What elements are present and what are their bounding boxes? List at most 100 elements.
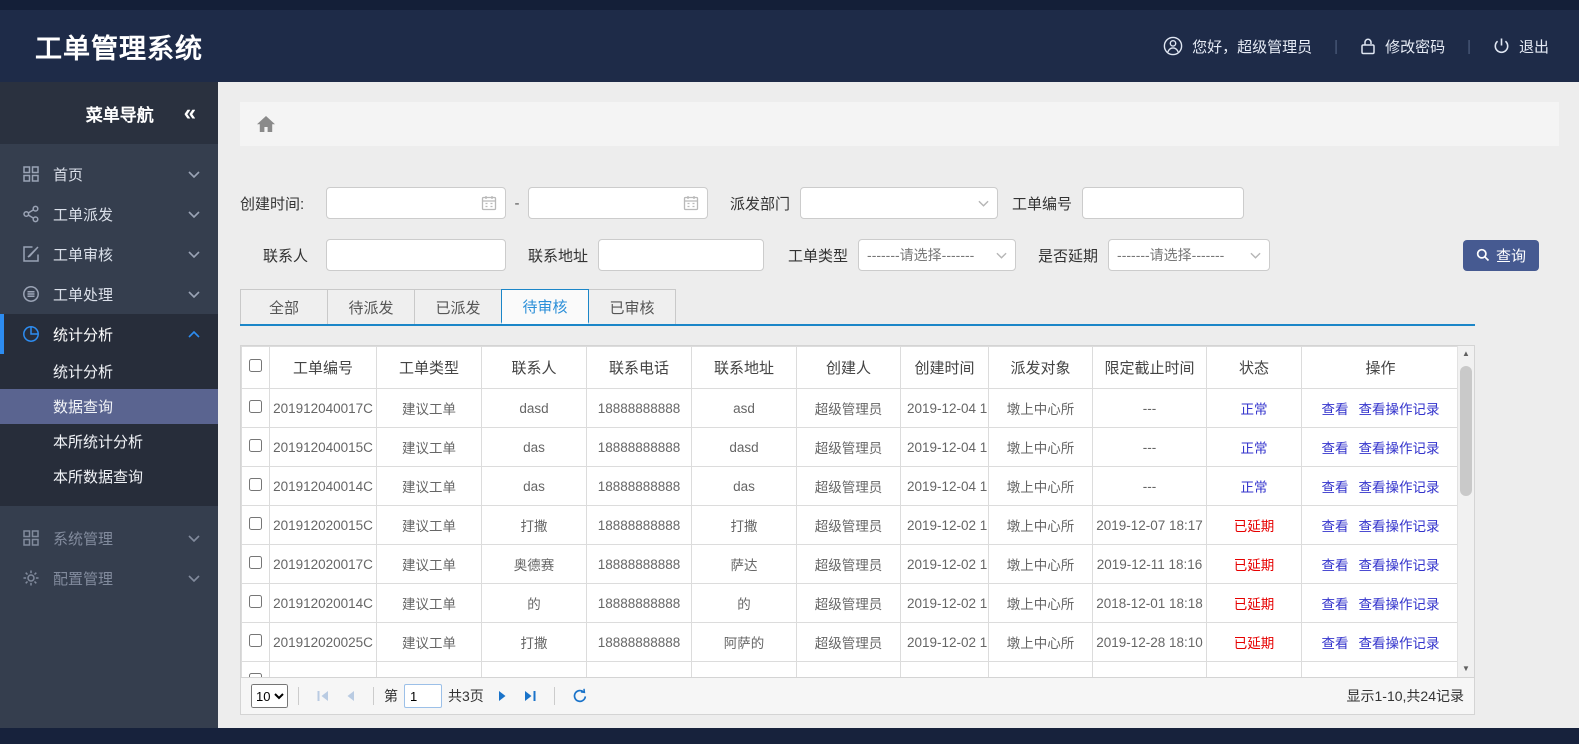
row-checkbox[interactable] bbox=[249, 400, 262, 413]
row-checkbox[interactable] bbox=[249, 595, 262, 608]
view-link[interactable]: 查看 bbox=[1322, 441, 1349, 456]
view-log-link[interactable]: 查看操作记录 bbox=[1359, 441, 1440, 456]
chevron-down-icon bbox=[188, 534, 200, 542]
address-input[interactable] bbox=[598, 239, 765, 271]
search-button[interactable]: 查询 bbox=[1463, 239, 1539, 271]
sidebar-item-home[interactable]: 首页 bbox=[0, 154, 218, 194]
cell-address: 阿萨的 bbox=[691, 622, 797, 662]
row-checkbox[interactable] bbox=[249, 556, 262, 569]
column-header: 派发对象 bbox=[988, 346, 1093, 389]
cell-status: 已延期 bbox=[1206, 622, 1302, 662]
sidebar-item-statistics[interactable]: 统计分析 bbox=[0, 314, 218, 354]
view-log-link[interactable]: 查看操作记录 bbox=[1359, 636, 1440, 651]
select-all-checkbox[interactable] bbox=[249, 359, 262, 372]
view-link[interactable]: 查看 bbox=[1322, 558, 1349, 573]
dashboard-icon bbox=[22, 165, 40, 183]
row-select-cell[interactable] bbox=[241, 583, 270, 623]
next-page-button[interactable] bbox=[495, 688, 511, 704]
contact-input[interactable] bbox=[326, 239, 506, 271]
order-no-input[interactable] bbox=[1082, 187, 1245, 219]
chevron-up-icon bbox=[188, 330, 200, 338]
row-select-cell[interactable] bbox=[241, 544, 270, 584]
scrollbar-thumb[interactable] bbox=[1460, 366, 1472, 496]
cell-phone: 18888888888 bbox=[586, 427, 692, 467]
prev-page-button[interactable] bbox=[342, 688, 358, 704]
view-link[interactable]: 查看 bbox=[1322, 519, 1349, 534]
chevron-down-icon bbox=[188, 210, 200, 218]
sidebar-subitem-local-statistics[interactable]: 本所统计分析 bbox=[0, 424, 218, 459]
pager-divider bbox=[553, 687, 555, 705]
view-link[interactable]: 查看 bbox=[1322, 402, 1349, 417]
row-select-cell[interactable] bbox=[241, 388, 270, 428]
last-page-button[interactable] bbox=[521, 688, 539, 704]
created-from-input[interactable] bbox=[326, 187, 506, 219]
view-log-link[interactable]: 查看操作记录 bbox=[1359, 558, 1440, 573]
row-checkbox[interactable] bbox=[249, 478, 262, 491]
view-link[interactable]: 查看 bbox=[1322, 480, 1349, 495]
refresh-button[interactable] bbox=[570, 686, 590, 706]
row-select-cell[interactable] bbox=[241, 466, 270, 506]
cell-target: 墩上中心所 bbox=[988, 388, 1093, 428]
sidebar-subitem-data-query[interactable]: 数据查询 bbox=[0, 389, 218, 424]
cell-deadline: 2018-12-01 18:18 bbox=[1092, 583, 1207, 623]
row-select-cell[interactable] bbox=[241, 427, 270, 467]
page-number-input[interactable] bbox=[404, 684, 442, 708]
sidebar-item-dispatch[interactable]: 工单派发 bbox=[0, 194, 218, 234]
page-total: 共3页 bbox=[448, 688, 484, 704]
tab-to-dispatch[interactable]: 待派发 bbox=[327, 289, 415, 324]
grid-icon bbox=[22, 529, 40, 547]
delayed-select[interactable]: -------请选择------- bbox=[1108, 239, 1271, 271]
sidebar-subitem-statistics-analysis[interactable]: 统计分析 bbox=[0, 354, 218, 389]
row-select-cell[interactable] bbox=[241, 661, 270, 677]
row-select-cell[interactable] bbox=[241, 505, 270, 545]
view-log-link[interactable]: 查看操作记录 bbox=[1359, 519, 1440, 534]
user-greeting[interactable]: 您好，超级管理员 bbox=[1163, 36, 1312, 57]
app-footer bbox=[0, 728, 1579, 744]
cell-actions: 查看 查看操作记录 bbox=[1301, 505, 1460, 545]
tab-dispatched[interactable]: 已派发 bbox=[414, 289, 502, 324]
sidebar-collapse-icon[interactable]: « bbox=[184, 102, 196, 124]
home-icon[interactable] bbox=[256, 115, 276, 133]
table-scrollbar[interactable]: ▲ ▼ bbox=[1457, 346, 1474, 677]
view-log-link[interactable]: 查看操作记录 bbox=[1359, 402, 1440, 417]
created-to-input[interactable] bbox=[528, 187, 708, 219]
dispatch-dept-select[interactable] bbox=[800, 187, 999, 219]
order-type-select[interactable]: -------请选择------- bbox=[858, 239, 1017, 271]
page-size-select[interactable]: 10 bbox=[251, 684, 288, 708]
sidebar-item-process[interactable]: 工单处理 bbox=[0, 274, 218, 314]
scroll-down-icon[interactable]: ▼ bbox=[1458, 661, 1474, 677]
sidebar-item-system[interactable]: 系统管理 bbox=[0, 518, 218, 558]
view-log-link[interactable]: 查看操作记录 bbox=[1359, 597, 1440, 612]
cell-empty bbox=[269, 661, 377, 677]
row-select-cell[interactable] bbox=[241, 622, 270, 662]
cell-order_no: 201912020017C bbox=[269, 544, 377, 584]
delayed-value: -------请选择------- bbox=[1117, 247, 1225, 263]
tab-pending-review[interactable]: 待审核 bbox=[501, 289, 589, 324]
status-badge: 正常 bbox=[1240, 402, 1268, 417]
row-checkbox[interactable] bbox=[249, 634, 262, 647]
contact-label: 联系人 bbox=[263, 247, 309, 265]
share-icon bbox=[22, 205, 40, 223]
logout-button[interactable]: 退出 bbox=[1493, 36, 1549, 57]
scroll-up-icon[interactable]: ▲ bbox=[1458, 346, 1474, 362]
view-log-link[interactable]: 查看操作记录 bbox=[1359, 480, 1440, 495]
row-checkbox[interactable] bbox=[249, 439, 262, 452]
sidebar-item-config[interactable]: 配置管理 bbox=[0, 558, 218, 598]
column-header: 联系电话 bbox=[586, 346, 692, 389]
first-page-button[interactable] bbox=[314, 688, 332, 704]
select-all-header[interactable] bbox=[241, 346, 270, 389]
cell-type: 建议工单 bbox=[376, 583, 482, 623]
change-password-button[interactable]: 修改密码 bbox=[1360, 36, 1445, 57]
tab-all[interactable]: 全部 bbox=[240, 289, 328, 324]
sidebar-item-review[interactable]: 工单审核 bbox=[0, 234, 218, 274]
cell-order_no: 201912040015C bbox=[269, 427, 377, 467]
sidebar-group-statistics: 统计分析 统计分析 数据查询 本所统计分析 本所数据查询 bbox=[0, 314, 218, 506]
view-link[interactable]: 查看 bbox=[1322, 597, 1349, 612]
tab-reviewed[interactable]: 已审核 bbox=[588, 289, 676, 324]
row-checkbox[interactable] bbox=[249, 517, 262, 530]
chevron-down-icon bbox=[1250, 252, 1261, 259]
status-badge: 正常 bbox=[1240, 441, 1268, 456]
view-link[interactable]: 查看 bbox=[1322, 636, 1349, 651]
row-checkbox[interactable] bbox=[249, 673, 262, 677]
sidebar-subitem-local-data-query[interactable]: 本所数据查询 bbox=[0, 459, 218, 494]
